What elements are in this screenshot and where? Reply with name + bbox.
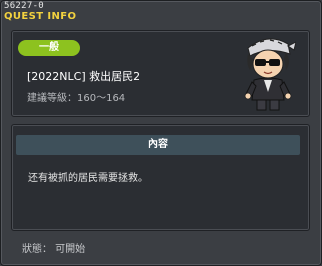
recommended-level: 建議等級：160～164 [27,93,126,104]
window-title: QUEST INFO [4,11,77,22]
npc-portrait [240,30,297,112]
quest-id: 56227-0 [4,1,45,11]
category-badge: 一般 [18,40,80,56]
quest-status: 狀態： 可開始 [22,244,86,255]
quest-name: [2022NLC] 救出居民2 [27,70,141,83]
content-header: 內容 [16,135,300,155]
quest-description: 还有被抓的居民需要拯救。 [28,173,148,184]
